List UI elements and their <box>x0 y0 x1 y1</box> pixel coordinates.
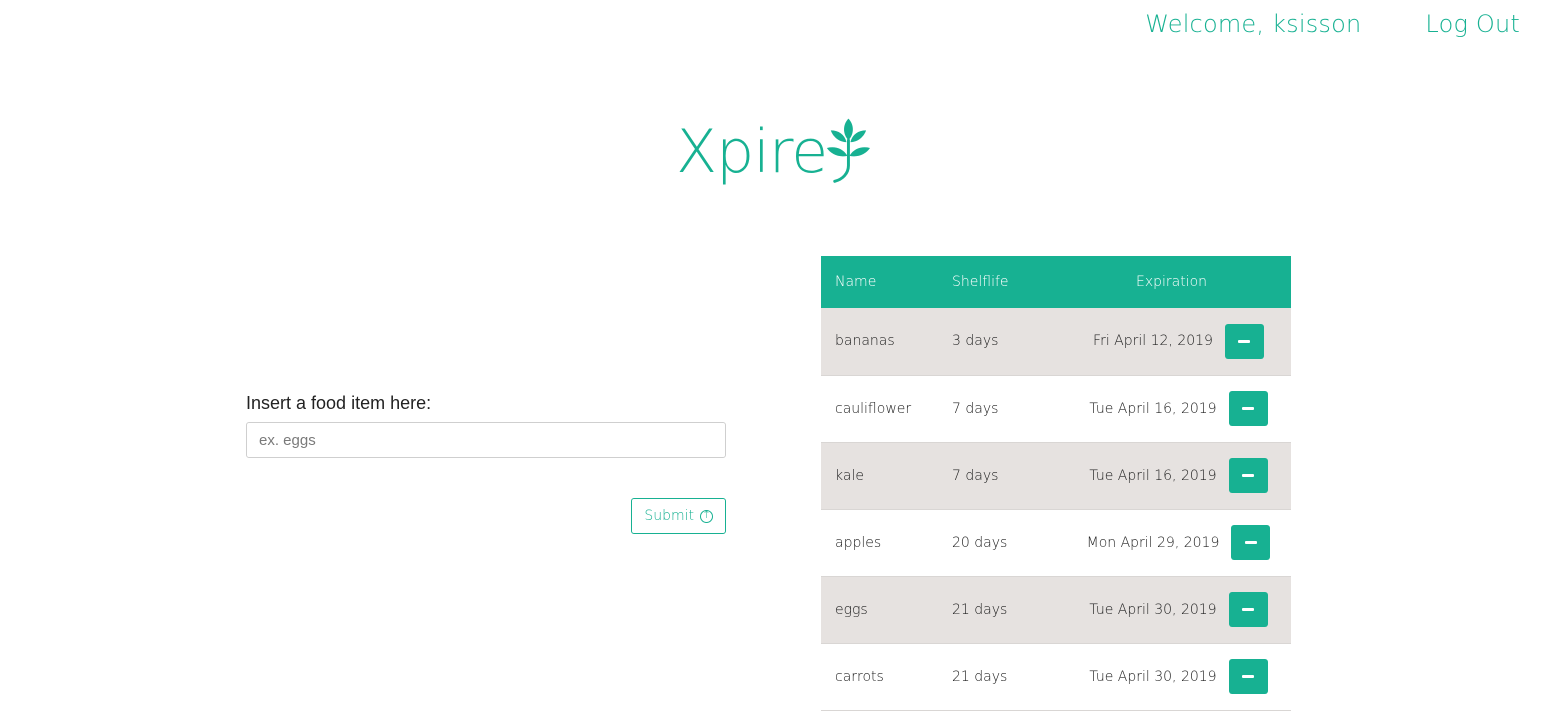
item-name: bananas <box>835 333 895 350</box>
item-expiration: Mon April 29, 2019 <box>1086 534 1220 551</box>
table-row: apples 20 days Mon April 29, 2019 <box>821 509 1291 576</box>
item-expiration: Tue April 30, 2019 <box>1089 668 1217 685</box>
submit-label: Submit <box>644 508 694 524</box>
header-shelflife: Shelflife <box>952 274 1009 290</box>
item-shelflife: 20 days <box>952 534 1008 551</box>
table-header-row: Name Shelflife Expiration <box>821 256 1291 308</box>
minus-icon <box>1244 541 1257 544</box>
item-name: carrots <box>835 668 884 685</box>
logo-text: Xpire <box>676 117 828 187</box>
item-shelflife: 7 days <box>952 400 999 417</box>
remove-item-button[interactable] <box>1228 592 1268 627</box>
welcome-text: Welcome, ksisson <box>1145 10 1362 38</box>
remove-item-button[interactable] <box>1228 391 1268 426</box>
table-row: bananas 3 days Fri April 12, 2019 <box>821 308 1291 375</box>
item-name: kale <box>835 467 864 484</box>
table-row: carrots 21 days Tue April 30, 2019 <box>821 643 1291 710</box>
item-name: eggs <box>835 601 868 618</box>
top-nav: Welcome, ksisson Log Out <box>1145 10 1520 38</box>
item-name: apples <box>835 534 882 551</box>
item-expiration: Fri April 12, 2019 <box>1093 333 1213 350</box>
leaf-icon <box>827 118 871 183</box>
item-shelflife: 7 days <box>952 467 999 484</box>
item-shelflife: 3 days <box>952 333 999 350</box>
header-name: Name <box>835 274 877 290</box>
app-logo: Xpire <box>676 110 876 200</box>
item-expiration: Tue April 16, 2019 <box>1089 400 1217 417</box>
item-shelflife: 21 days <box>952 668 1008 685</box>
minus-icon <box>1242 407 1255 410</box>
arrow-up-circle-icon: ↑ <box>700 509 713 523</box>
submit-button[interactable]: Submit ↑ <box>631 498 726 534</box>
table-row: eggs 21 days Tue April 30, 2019 <box>821 576 1291 643</box>
food-table: Name Shelflife Expiration bananas 3 days… <box>821 256 1291 711</box>
minus-icon <box>1242 675 1255 678</box>
minus-icon <box>1242 608 1255 611</box>
item-name: cauliflower <box>835 400 912 417</box>
item-expiration: Tue April 16, 2019 <box>1089 467 1217 484</box>
item-expiration: Tue April 30, 2019 <box>1089 601 1217 618</box>
logout-link[interactable]: Log Out <box>1425 10 1520 38</box>
remove-item-button[interactable] <box>1228 659 1268 694</box>
header-expiration: Expiration <box>1135 274 1208 290</box>
table-row: cauliflower 7 days Tue April 16, 2019 <box>821 375 1291 442</box>
add-food-form: Insert a food item here: Submit ↑ <box>246 393 726 534</box>
food-input[interactable] <box>246 422 726 458</box>
remove-item-button[interactable] <box>1231 525 1271 560</box>
minus-icon <box>1242 474 1255 477</box>
remove-item-button[interactable] <box>1224 323 1264 359</box>
item-shelflife: 21 days <box>952 601 1008 618</box>
food-input-label: Insert a food item here: <box>246 393 432 413</box>
table-row: kale 7 days Tue April 16, 2019 <box>821 442 1291 509</box>
remove-item-button[interactable] <box>1228 458 1268 493</box>
minus-icon <box>1238 339 1251 343</box>
